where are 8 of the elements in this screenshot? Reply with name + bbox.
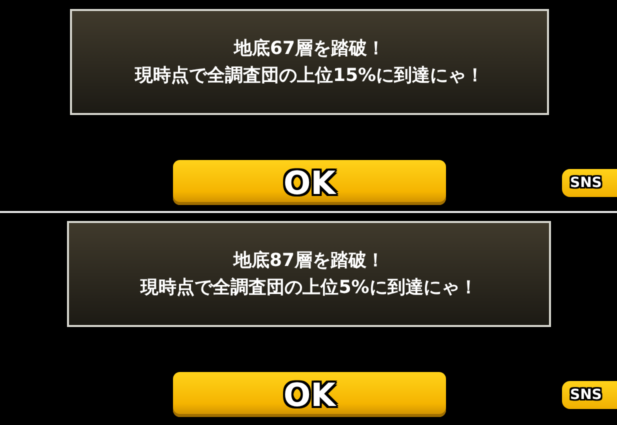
message-text: 現時点で全調査団の上位5%に到達にゃ！ [140,276,478,300]
message-text: 地底87層を踏破！ [233,248,385,272]
ok-button[interactable]: OK [173,160,446,205]
sns-button[interactable]: SNS [562,380,617,408]
message-text: 地底67層を踏破！ [234,36,386,60]
sns-button[interactable]: SNS [562,168,617,196]
ok-button[interactable]: OK [173,372,446,417]
message-text: 現時点で全調査団の上位15%に到達にゃ！ [134,64,484,88]
